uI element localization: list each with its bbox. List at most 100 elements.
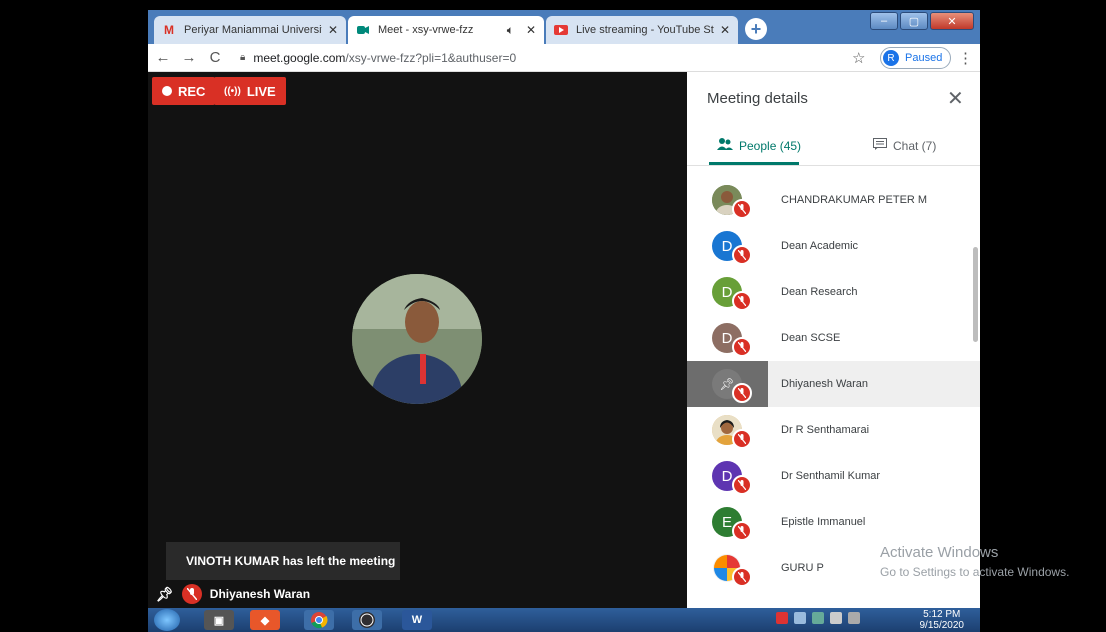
lock-icon: 🔒︎ xyxy=(240,52,246,63)
tab-strip: M Periyar Maniammai University M ✕ Meet … xyxy=(148,10,980,44)
self-name-bar: 📌︎ Dhiyanesh Waran xyxy=(156,580,310,608)
close-window-button[interactable]: ✕ xyxy=(930,12,974,30)
screen: M Periyar Maniammai University M ✕ Meet … xyxy=(0,0,1106,632)
address-bar: ← → C 🔒︎ meet.google.com/xsy-vrwe-fzz?pl… xyxy=(148,44,980,72)
live-label: LIVE xyxy=(246,83,276,99)
panel-tabs: People (45) Chat (7) xyxy=(687,130,980,166)
mic-off-icon xyxy=(732,291,752,311)
participant-name: Dr R Senthamarai xyxy=(781,424,870,436)
bookmark-star-icon[interactable]: ☆ xyxy=(852,49,865,67)
activate-windows-watermark: Activate Windows Go to Settings to activ… xyxy=(880,544,1069,579)
mic-off-icon xyxy=(732,475,752,495)
taskbar: ▣ ◆ W 5:12 PM 9/15/2020 xyxy=(148,608,980,632)
tray-flag-icon[interactable] xyxy=(794,612,806,624)
reload-icon[interactable]: C xyxy=(204,49,226,66)
clock-time: 5:12 PM xyxy=(923,609,961,620)
profile-button[interactable]: R Paused xyxy=(880,47,952,69)
meet-stage: REC ((•)) LIVE VINOTH KUMAR has left the… xyxy=(148,72,687,608)
media-icon[interactable]: ▣ xyxy=(204,610,234,630)
rec-badge: REC xyxy=(152,77,216,105)
mic-off-icon xyxy=(732,199,752,219)
clock[interactable]: 5:12 PM 9/15/2020 xyxy=(920,609,965,631)
tab-chat[interactable]: Chat (7) xyxy=(873,138,936,153)
url-field[interactable]: 🔒︎ meet.google.com/xsy-vrwe-fzz?pli=1&au… xyxy=(240,51,516,65)
scrollbar[interactable] xyxy=(973,247,978,342)
broadcast-icon: ((•)) xyxy=(224,85,241,97)
youtube-icon xyxy=(554,23,568,37)
tray-app-icon[interactable] xyxy=(776,612,788,624)
list-item[interactable]: Dr R Senthamarai xyxy=(687,407,980,453)
participant-name: GURU P xyxy=(781,562,824,574)
tray-volume-icon[interactable] xyxy=(848,612,860,624)
list-item[interactable]: 📌︎ Dhiyanesh Waran xyxy=(687,361,980,407)
tray-chrome-icon[interactable] xyxy=(830,612,842,624)
mic-off-icon xyxy=(732,337,752,357)
tab-people[interactable]: People (45) xyxy=(717,138,801,153)
mic-off-icon xyxy=(732,383,752,403)
pin-icon[interactable]: 📌︎ xyxy=(156,586,174,603)
list-item[interactable]: D Dr Senthamil Kumar xyxy=(687,453,980,499)
anydesk-icon[interactable]: ◆ xyxy=(250,610,280,630)
tab-youtube-studio[interactable]: Live streaming - YouTube Studio ✕ xyxy=(546,16,738,44)
list-item[interactable]: D Dean SCSE xyxy=(687,315,980,361)
people-icon xyxy=(717,138,733,153)
chat-tab-label: Chat (7) xyxy=(893,138,937,153)
list-item[interactable]: D Dean Research xyxy=(687,269,980,315)
participant-name: Dr Senthamil Kumar xyxy=(781,470,881,482)
participant-name: Dean Research xyxy=(781,286,858,298)
mic-off-icon xyxy=(732,429,752,449)
tab-title: Periyar Maniammai University M xyxy=(184,24,322,36)
list-item[interactable]: D Dean Academic xyxy=(687,223,980,269)
avatar-initial: D xyxy=(721,329,733,347)
people-list: CHANDRAKUMAR PETER M D Dean Academic D D… xyxy=(687,167,980,608)
avatar-initial: D xyxy=(721,467,733,485)
menu-kebab-icon[interactable]: ⋮ xyxy=(958,49,973,67)
watermark-subtitle: Go to Settings to activate Windows. xyxy=(880,565,1070,579)
avatar-initial: E xyxy=(721,513,732,531)
self-name: Dhiyanesh Waran xyxy=(209,587,311,601)
close-tab-icon[interactable]: ✕ xyxy=(720,23,730,37)
tab-gmail[interactable]: M Periyar Maniammai University M ✕ xyxy=(154,16,346,44)
minimize-button[interactable]: – xyxy=(870,12,898,30)
back-arrow-icon[interactable]: ← xyxy=(152,49,174,66)
participant-name: CHANDRAKUMAR PETER M xyxy=(781,194,928,206)
browser-window: M Periyar Maniammai University M ✕ Meet … xyxy=(148,10,980,608)
people-tab-label: People (45) xyxy=(739,138,802,153)
tab-meet[interactable]: Meet - xsy-vrwe-fzz 🔈︎ ✕ xyxy=(348,16,544,44)
mic-off-icon xyxy=(732,245,752,265)
mic-off-icon xyxy=(732,521,752,541)
gmail-icon: M xyxy=(164,23,174,37)
list-item[interactable]: E Epistle Immanuel xyxy=(687,499,980,545)
active-tab-indicator xyxy=(709,162,799,165)
meeting-details-panel: Meeting details ✕ People (45) Chat (7) C… xyxy=(687,72,980,608)
maximize-button[interactable]: ▢ xyxy=(900,12,928,30)
chrome-icon[interactable] xyxy=(304,610,334,630)
list-item[interactable]: CHANDRAKUMAR PETER M xyxy=(687,177,980,223)
obs-icon[interactable] xyxy=(352,610,382,630)
watermark-title: Activate Windows xyxy=(880,544,999,561)
word-icon[interactable]: W xyxy=(402,610,432,630)
tray-network-icon[interactable] xyxy=(812,612,824,624)
close-icon[interactable]: ✕ xyxy=(947,86,964,111)
record-dot-icon xyxy=(162,86,172,96)
forward-arrow-icon[interactable]: → xyxy=(178,49,200,66)
participant-name: Dean SCSE xyxy=(781,332,841,344)
tab-title: Meet - xsy-vrwe-fzz xyxy=(378,24,474,36)
mic-off-icon xyxy=(181,584,202,604)
participant-name: Dean Academic xyxy=(781,240,859,252)
notification-toast: VINOTH KUMAR has left the meeting xyxy=(166,542,400,580)
url-path: /xsy-vrwe-fzz?pli=1&authuser=0 xyxy=(345,50,517,65)
system-tray xyxy=(776,612,860,624)
start-button[interactable] xyxy=(154,609,180,631)
mic-off-icon xyxy=(732,567,752,587)
profile-status: Paused xyxy=(905,52,943,64)
close-tab-icon[interactable]: ✕ xyxy=(526,23,536,37)
tab-title: Live streaming - YouTube Studio xyxy=(576,24,714,36)
clock-date: 9/15/2020 xyxy=(919,620,965,631)
new-tab-button[interactable]: + xyxy=(745,18,767,40)
url-host: meet.google.com xyxy=(253,50,346,65)
participant-avatar xyxy=(352,274,482,404)
live-badge: ((•)) LIVE xyxy=(214,77,286,105)
close-tab-icon[interactable]: ✕ xyxy=(328,23,338,37)
chat-icon xyxy=(873,138,887,153)
